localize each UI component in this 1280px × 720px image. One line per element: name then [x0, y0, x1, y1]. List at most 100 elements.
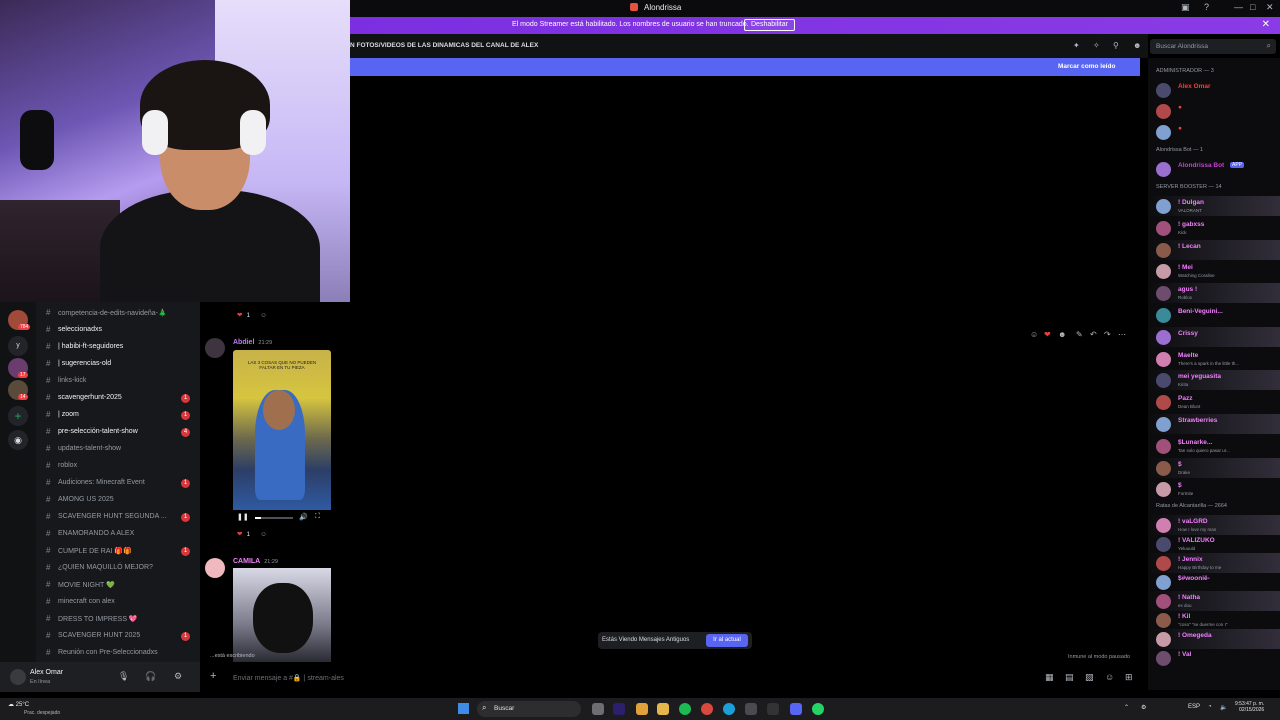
channel-item[interactable]: # scavengerhunt-2025 1 [36, 390, 200, 407]
new-messages-bar[interactable]: Marcar como leído [350, 58, 1140, 76]
capcut-icon[interactable] [767, 703, 779, 715]
channel-item[interactable]: # MOVIE NIGHT 💚 [36, 577, 200, 594]
close-button[interactable]: ✕ [1266, 2, 1274, 13]
channel-item[interactable]: # DRESS TO IMPRESS 💖 [36, 611, 200, 628]
taskbar-search[interactable]: ⌕ Buscar [477, 701, 581, 717]
start-button[interactable] [458, 703, 469, 714]
channel-item[interactable]: # ¿QUIEN MAQUILLÓ MEJOR? [36, 560, 200, 577]
image-attachment[interactable] [233, 568, 331, 662]
author-name[interactable]: CAMILA [233, 558, 260, 565]
channel-item[interactable]: # updates-talent-show [36, 441, 200, 458]
mark-read-label[interactable]: Marcar como leído [1058, 63, 1115, 70]
channel-item[interactable]: # CUMPLE DE RAI 🎁🎁 1 [36, 543, 200, 560]
forward-icon[interactable]: ↷ [1104, 330, 1111, 339]
channel-item[interactable]: # SCAVENGER HUNT SEGUNDA ... 1 [36, 509, 200, 526]
whatsapp-icon[interactable] [812, 703, 824, 715]
member-item[interactable]: ● [1148, 122, 1280, 142]
volume-icon[interactable]: 🔈 [1220, 704, 1227, 711]
spotify-icon[interactable] [679, 703, 691, 715]
chrome-icon[interactable] [701, 703, 713, 715]
member-item[interactable]: Strawberries [1148, 414, 1280, 434]
member-item[interactable]: $Lunarke... Tan solo quiero pasar ur... [1148, 436, 1280, 456]
network-icon[interactable]: ⚙ [1141, 704, 1146, 711]
member-item[interactable]: ! Dulgan VALORANT [1148, 196, 1280, 216]
member-item[interactable]: ! Val [1148, 648, 1280, 668]
inbox-icon[interactable]: ▣ [1181, 2, 1190, 13]
member-item[interactable]: ! Jennix Happy Birthday to me [1148, 553, 1280, 574]
edge-icon[interactable] [723, 703, 735, 715]
member-item[interactable]: ! Lecan [1148, 239, 1280, 260]
search-input[interactable]: Buscar Alondrissa ⌕ [1150, 39, 1276, 54]
member-item[interactable]: ! Kil "coso" "se duerme con I" [1148, 610, 1280, 630]
member-item[interactable]: $ Fortnite [1148, 479, 1280, 499]
file-explorer-icon[interactable] [657, 703, 669, 715]
video-attachment[interactable]: LAS 3 COSAS QUE NO PUEDEN FALTAR EN TU P… [233, 350, 331, 526]
member-item[interactable]: Crissy [1148, 326, 1280, 347]
task-view-icon[interactable] [592, 703, 604, 715]
channel-item[interactable]: # Audiciones: Minecraft Event 1 [36, 475, 200, 492]
microphone-icon[interactable]: 🎙 [118, 671, 129, 682]
jump-to-present-button[interactable]: Ir al actual [706, 634, 748, 647]
member-item[interactable]: ! gabxss Kick [1148, 218, 1280, 238]
channel-item[interactable]: # minecraft con alex [36, 594, 200, 611]
channel-item[interactable]: # roblox [36, 458, 200, 475]
member-item[interactable]: ! Mei Watching Coraline [1148, 261, 1280, 281]
member-item[interactable]: Maelte There's a spark in the little th..… [1148, 349, 1280, 369]
heart-icon[interactable]: ❤ [1044, 330, 1051, 339]
add-reaction-icon[interactable]: ☺ [260, 531, 267, 538]
author-name[interactable]: Abdiel [233, 339, 254, 346]
member-item[interactable]: ● [1148, 101, 1280, 121]
add-attachment-icon[interactable]: + [210, 670, 216, 682]
channel-item[interactable]: # | habibi-ft-seguidores [36, 339, 200, 356]
gif-icon[interactable]: ▤ [1065, 672, 1074, 683]
server-icon[interactable]: y [8, 336, 28, 356]
pause-icon[interactable]: ❚❚ [237, 513, 249, 521]
member-item[interactable]: ! VALIZUKO Yeluuuld [1148, 534, 1280, 554]
language-indicator[interactable]: ESP [1188, 704, 1200, 710]
reply-icon[interactable]: ↶ [1090, 330, 1097, 339]
settings-icon[interactable]: ⚙ [174, 671, 182, 682]
weather-icon[interactable]: ☁ 25°C [8, 701, 29, 708]
emoji-icon[interactable]: ☺ [1105, 672, 1114, 682]
channel-item[interactable]: # links-kick [36, 373, 200, 390]
apps-icon[interactable]: ⊞ [1125, 672, 1133, 683]
close-icon[interactable]: ✕ [1262, 19, 1270, 30]
add-server-icon[interactable]: + [8, 406, 28, 426]
member-item[interactable]: $ Drake [1148, 457, 1280, 478]
channel-item[interactable]: # pre-selección-talent-show 4 [36, 424, 200, 441]
member-item[interactable]: Alondrissa Bot APP [1148, 159, 1280, 179]
headphones-icon[interactable]: 🎧 [145, 671, 156, 682]
fullscreen-icon[interactable]: ⛶ [315, 513, 320, 521]
minimize-button[interactable]: — [1234, 2, 1243, 12]
wifi-icon[interactable]: ◔ [1208, 704, 1212, 710]
reaction-icon[interactable]: ☻ [1058, 330, 1066, 339]
channel-item[interactable]: # seleccionadxs [36, 322, 200, 339]
message-author[interactable]: Abdiel 21:29 [233, 339, 272, 346]
pin-icon[interactable]: ⚲ [1113, 41, 1119, 50]
more-icon[interactable]: ⋯ [1118, 330, 1126, 339]
channel-item[interactable]: # | zoom 1 [36, 407, 200, 424]
gift-icon[interactable]: ▦ [1045, 672, 1054, 683]
member-item[interactable]: agus ! Roblox [1148, 283, 1280, 304]
composer-placeholder[interactable]: Enviar mensaje a #🔒 | stream-ales [233, 674, 344, 682]
reaction[interactable]: ❤ 1 ☺ [237, 530, 267, 542]
disable-streamer-button[interactable]: Deshabilitar [744, 19, 795, 31]
channel-item[interactable]: # competencia-de-edits-navideña-🎄 [36, 305, 200, 322]
member-item[interactable]: ! vaLGRD How I love my man [1148, 515, 1280, 536]
member-item[interactable]: Alex Omar [1148, 80, 1280, 100]
member-item[interactable]: mei yeguasita Kirita [1148, 370, 1280, 391]
volume-icon[interactable]: 🔊 [299, 513, 308, 521]
mute-icon[interactable]: ✧ [1093, 41, 1100, 50]
message-composer[interactable]: + Enviar mensaje a #🔒 | stream-ales ▦ ▤ … [200, 666, 1148, 690]
video-progress[interactable] [255, 517, 293, 519]
help-icon[interactable]: ? [1204, 2, 1209, 12]
emoji-icon[interactable]: ☺ [1030, 330, 1038, 339]
store-icon[interactable] [745, 703, 757, 715]
member-item[interactable]: ! Omegeda [1148, 629, 1280, 650]
channel-item[interactable]: # ENAMORANDO A ALEX [36, 526, 200, 543]
avatar[interactable] [205, 338, 225, 358]
channel-item[interactable]: # AMONG US 2025 [36, 492, 200, 509]
channel-item[interactable]: # SCAVENGER HUNT 2025 1 [36, 628, 200, 645]
edit-icon[interactable]: ✎ [1076, 330, 1083, 339]
channel-item[interactable]: # Reunión con Pre-Seleccionadxs [36, 645, 200, 662]
